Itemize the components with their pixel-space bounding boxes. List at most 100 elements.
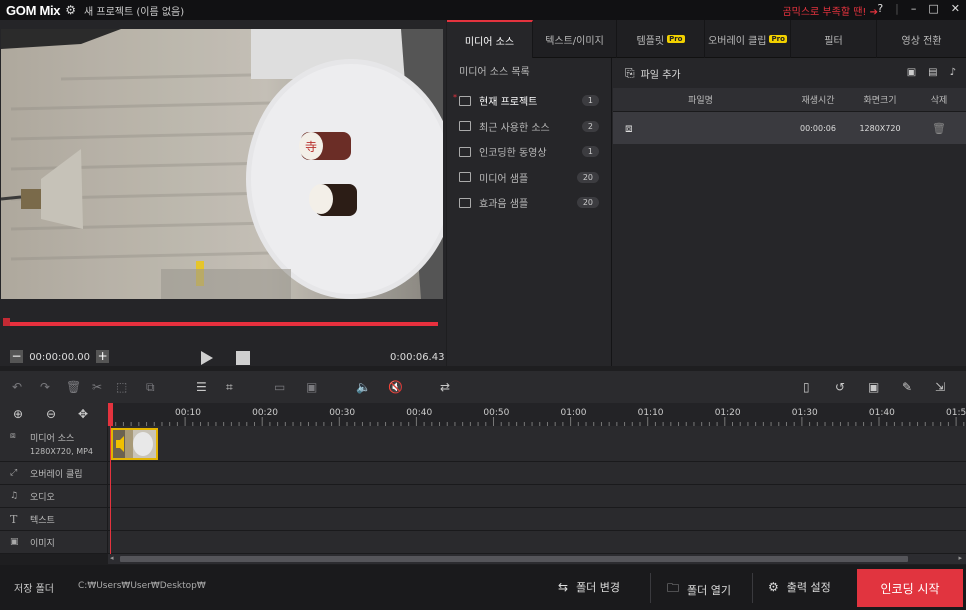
- image-icon[interactable]: ▣: [306, 380, 317, 394]
- tab-overlay-clip[interactable]: 오버레이 클립 Pro: [705, 20, 791, 58]
- file-area: ⎘ 파일 추가 ▣ ▤ ♪ 파일명 재생시간 화면크기 삭제 ⧈ 00:00:0…: [613, 58, 966, 366]
- maximize-icon[interactable]: □: [928, 2, 938, 15]
- video-preview[interactable]: 寺: [1, 29, 443, 299]
- text-icon: T: [10, 512, 18, 526]
- minimize-icon[interactable]: –: [911, 2, 917, 15]
- track-lane[interactable]: [108, 426, 966, 461]
- scroll-left-icon[interactable]: ◂: [110, 554, 114, 562]
- scroll-right-icon[interactable]: ▸: [958, 554, 962, 562]
- timeline-ruler[interactable]: ⊕ ⊖ ✥ 00:10 00:20 00:30 00:40 00:50 01:00 01:1…: [0, 403, 966, 426]
- speed-icon[interactable]: ⇄: [440, 380, 450, 394]
- tab-template[interactable]: 템플릿 Pro: [617, 20, 705, 58]
- add-file-button[interactable]: ⎘ 파일 추가 ▣ ▤ ♪: [613, 58, 966, 88]
- folder-icon: [459, 197, 471, 208]
- trash-icon[interactable]: 🗑: [912, 122, 966, 135]
- mute-icon[interactable]: 🔇: [388, 380, 403, 394]
- crop-icon[interactable]: ⌗: [226, 380, 233, 395]
- select-area-icon[interactable]: ⬚: [116, 380, 127, 394]
- source-item-encoded[interactable]: 인코딩한 동영상 1: [447, 139, 611, 165]
- source-item-label: 현재 프로젝트: [479, 97, 538, 109]
- play-button[interactable]: [200, 350, 214, 369]
- col-filename[interactable]: 파일명: [613, 93, 788, 106]
- source-item-label: 효과음 샘플: [479, 199, 529, 211]
- tab-transition[interactable]: 영상 전환: [877, 20, 966, 58]
- image-icon: ▣: [10, 537, 19, 547]
- save-icon[interactable]: ▣: [868, 380, 879, 394]
- source-item-label: 미디어 샘플: [479, 173, 529, 185]
- folder-icon: [459, 121, 471, 132]
- save-folder-path: C:₩Users₩User₩Desktop₩: [78, 581, 206, 591]
- track-header[interactable]: ▣ 이미지: [0, 531, 108, 553]
- edit-toolbar: ↶ ↷ 🗑 ✂ ⬚ ⧉ ☰ ⌗ ▭ ▣ 🔈 🔇 ⇄ ▯ ↺ ▣ ✎ ⇲: [0, 371, 966, 403]
- open-project-icon[interactable]: ↺: [835, 380, 845, 394]
- source-list: 미디어 소스 목록 * 현재 프로젝트 1 최근 사용한 소스 2 인코딩한 동…: [447, 58, 612, 366]
- tab-filter[interactable]: 필터: [791, 20, 877, 58]
- tab-text-image[interactable]: 텍스트/이미지: [533, 20, 617, 58]
- track-header[interactable]: ⤢ 오버레이 클립: [0, 462, 108, 484]
- source-item-recent[interactable]: 최근 사용한 소스 2: [447, 114, 611, 140]
- export-icon[interactable]: ⇲: [935, 380, 945, 394]
- col-duration[interactable]: 재생시간: [788, 93, 848, 106]
- cut-icon[interactable]: ✂: [92, 380, 102, 394]
- source-item-media-samples[interactable]: 미디어 샘플 20: [447, 165, 611, 191]
- ruler-ticks: [108, 417, 965, 426]
- close-icon[interactable]: ✕: [951, 2, 960, 15]
- track-header[interactable]: ⧈ 미디어 소스 1280X720, MP4: [0, 426, 108, 461]
- video-filter-icon[interactable]: ▣: [907, 67, 916, 78]
- image-frame-icon[interactable]: ▭: [274, 380, 285, 394]
- folder-video-icon: [459, 146, 471, 157]
- source-item-sfx-samples[interactable]: 효과음 샘플 20: [447, 190, 611, 216]
- scrollbar-thumb[interactable]: [120, 556, 908, 562]
- current-time[interactable]: 00:00:00.00: [29, 352, 90, 363]
- progress-bar[interactable]: [4, 322, 438, 326]
- playhead-handle[interactable]: [108, 403, 113, 426]
- save-as-icon[interactable]: ✎: [902, 380, 912, 394]
- volume-icon[interactable]: 🔈: [356, 380, 371, 394]
- split-icon[interactable]: ⧉: [146, 380, 155, 395]
- minus-icon[interactable]: −: [10, 350, 23, 363]
- change-folder-button[interactable]: ⇆ 폴더 변경: [558, 579, 620, 595]
- settings-gear-icon[interactable]: ⚙: [65, 3, 76, 17]
- plus-icon[interactable]: +: [96, 350, 110, 363]
- col-resolution[interactable]: 화면크기: [848, 93, 912, 106]
- stop-button[interactable]: [236, 351, 250, 368]
- start-encoding-button[interactable]: 인코딩 시작: [857, 569, 963, 607]
- track-lane[interactable]: [108, 508, 966, 530]
- track-lane[interactable]: [108, 462, 966, 484]
- folder-icon: [459, 172, 471, 183]
- output-settings-button[interactable]: ⚙ 출력 설정: [768, 579, 831, 595]
- open-folder-button[interactable]: 🗀 폴더 열기: [667, 579, 731, 600]
- media-clip[interactable]: [111, 428, 158, 460]
- track-lane[interactable]: [108, 531, 966, 553]
- music-filter-icon[interactable]: ♪: [950, 67, 956, 78]
- new-project-icon[interactable]: ▯: [803, 380, 810, 394]
- track-lane[interactable]: [108, 485, 966, 507]
- track-text: T 텍스트: [0, 508, 966, 531]
- fit-icon[interactable]: ✥: [78, 407, 88, 421]
- track-header[interactable]: ♫ 오디오: [0, 485, 108, 507]
- image-filter-icon[interactable]: ▤: [928, 67, 937, 78]
- source-item-current-project[interactable]: * 현재 프로젝트 1: [447, 88, 611, 114]
- scrubber-handle[interactable]: [3, 318, 10, 326]
- zoom-in-icon[interactable]: ⊕: [13, 407, 23, 421]
- settings-icon: ⚙: [768, 580, 779, 594]
- pro-badge: Pro: [769, 35, 787, 43]
- open-folder-label: 폴더 열기: [687, 583, 731, 597]
- divider: [752, 573, 753, 603]
- help-icon[interactable]: ?: [877, 2, 883, 15]
- tab-media-source[interactable]: 미디어 소스: [447, 20, 533, 58]
- adjust-icon[interactable]: ☰: [196, 380, 207, 394]
- col-delete: 삭제: [930, 96, 948, 106]
- timeline-scrollbar[interactable]: ◂ ▸: [108, 554, 966, 564]
- file-resolution: 1280X720: [859, 123, 901, 133]
- redo-icon[interactable]: ↷: [40, 380, 50, 394]
- table-row[interactable]: ⧈ 00:00:06 1280X720 🗑: [613, 112, 966, 144]
- undo-icon[interactable]: ↶: [12, 380, 22, 394]
- zoom-controls: ⊕ ⊖ ✥: [0, 403, 108, 426]
- film-icon: ⧈: [625, 120, 633, 135]
- track-header[interactable]: T 텍스트: [0, 508, 108, 530]
- zoom-out-icon[interactable]: ⊖: [46, 407, 56, 421]
- delete-icon[interactable]: 🗑: [66, 380, 81, 394]
- promo-link[interactable]: 곰믹스로 부족할 땐! ➔: [782, 3, 878, 18]
- item-count: 1: [581, 95, 599, 107]
